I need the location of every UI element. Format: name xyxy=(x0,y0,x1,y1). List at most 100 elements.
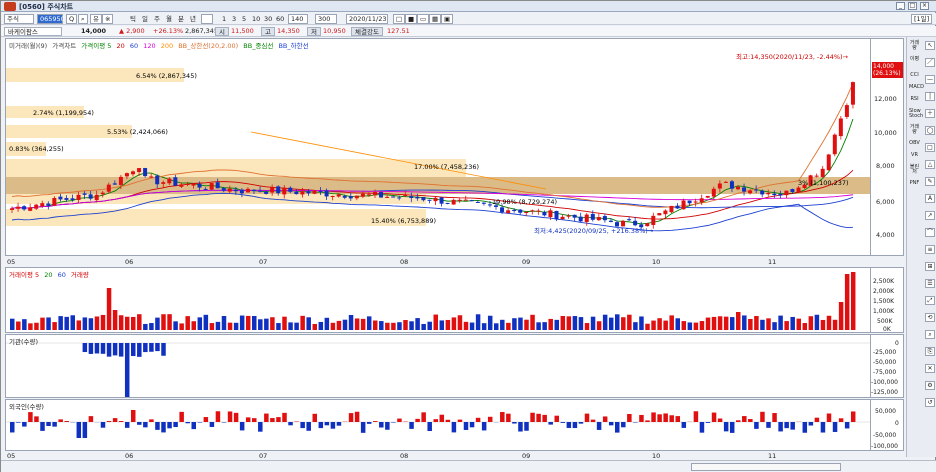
drawing-tool-icon[interactable]: ⚙ xyxy=(925,381,935,390)
drawing-tool-icon[interactable]: ↗ xyxy=(925,211,935,220)
tool-icon-2[interactable]: ■ xyxy=(405,14,418,24)
horizontal-scrollbar[interactable] xyxy=(691,463,841,471)
candle-body xyxy=(330,196,335,198)
period-minute[interactable]: 분 xyxy=(175,14,187,24)
drawing-tool-icon[interactable]: A xyxy=(925,194,935,203)
stock-code-input[interactable]: 065950 xyxy=(37,14,65,24)
candle-body xyxy=(76,194,81,200)
volume-bar xyxy=(336,320,342,330)
period-tick[interactable]: 틱 xyxy=(127,14,139,24)
indicator-macd[interactable]: MACD xyxy=(909,85,924,90)
foreign-bar xyxy=(717,418,723,422)
period-year[interactable]: 년 xyxy=(187,14,199,24)
drawing-tool-icon[interactable]: ↖ xyxy=(925,41,935,50)
foreign-bar xyxy=(850,411,856,422)
legend-item: 20 xyxy=(116,42,125,50)
foreign-bar xyxy=(615,422,620,433)
minute-60[interactable]: 60 xyxy=(273,14,287,24)
indicator-rsi[interactable]: RSI xyxy=(909,97,920,102)
tool-icon-4[interactable]: ▦ xyxy=(429,14,442,24)
drawing-tool-icon[interactable]: △ xyxy=(925,160,935,169)
interval-input[interactable] xyxy=(201,14,213,24)
foreign-panel[interactable]: 외국인(수량) xyxy=(5,399,871,451)
indicator-ma[interactable]: 이평 xyxy=(909,57,920,62)
find-icon[interactable]: ⌕ xyxy=(78,14,88,24)
drawing-tool-icon[interactable]: ◯ xyxy=(925,126,935,135)
period-week[interactable]: 주 xyxy=(151,14,163,24)
drawing-tool-icon[interactable]: ⌒ xyxy=(925,228,935,237)
legend-item: 미거래(월)(9) xyxy=(9,42,48,50)
foreign-bar xyxy=(602,416,608,422)
volume-profile-label: 2.74% (1,199,954) xyxy=(33,109,94,117)
market-select[interactable]: 주식 xyxy=(4,14,34,24)
foreign-bar xyxy=(657,414,662,422)
tool-icon-1[interactable]: □ xyxy=(393,14,406,24)
volume-bar xyxy=(766,318,771,330)
reference-button[interactable]: ※ xyxy=(102,14,114,24)
tool-icon-5[interactable]: ▣ xyxy=(441,14,454,24)
drawing-tool-icon[interactable]: ↺ xyxy=(925,398,935,407)
volume-panel[interactable]: 거래이평 5 20 60 거래량 xyxy=(5,267,871,333)
candle-body xyxy=(729,181,734,189)
drawing-tool-icon[interactable]: ☰ xyxy=(925,279,935,288)
drawing-tool-icon[interactable]: ✕ xyxy=(925,364,935,373)
related-button[interactable]: 유 xyxy=(90,14,102,24)
drawing-tool-icon[interactable]: │ xyxy=(925,92,935,101)
count-input[interactable]: 140 xyxy=(288,14,308,24)
foreign-bar xyxy=(766,422,771,428)
drawing-tool-icon[interactable]: ⟲ xyxy=(925,313,935,322)
drawing-tool-icon[interactable]: ⌕ xyxy=(925,330,935,339)
indicator-slow-stoch[interactable]: Slow Stoch xyxy=(909,109,923,119)
indicator-pnf[interactable]: PNF xyxy=(909,181,920,186)
date-input[interactable]: 2020/11/23 xyxy=(346,14,388,24)
drawing-tool-icon[interactable]: ＋ xyxy=(925,109,935,118)
count-total-input[interactable]: 300 xyxy=(315,14,337,24)
search-icon[interactable]: Q xyxy=(66,14,78,24)
indicator-bollinger[interactable]: 볼린저 xyxy=(909,165,920,175)
indicator-cci[interactable]: CCI xyxy=(909,73,920,78)
foreign-bar xyxy=(814,417,820,422)
drawing-tool-icon[interactable]: ✎ xyxy=(925,177,935,186)
foreign-bar xyxy=(681,422,687,428)
tool-icon-3[interactable]: ▭ xyxy=(417,14,430,24)
minute-5[interactable]: 5 xyxy=(239,14,249,24)
institution-panel[interactable]: 기관(수량) xyxy=(5,334,871,398)
candle-body xyxy=(554,210,559,220)
period-month[interactable]: 월 xyxy=(163,14,175,24)
indicator-vr[interactable]: VR xyxy=(909,153,920,158)
foreign-bar xyxy=(445,419,451,422)
drawing-tool-icon[interactable]: ⎘ xyxy=(925,347,935,356)
foreign-bar xyxy=(46,422,51,427)
minute-3[interactable]: 3 xyxy=(229,14,239,24)
minimize-button[interactable]: _ xyxy=(896,2,905,10)
drawing-tool-icon[interactable]: ⤢ xyxy=(925,296,935,305)
maximize-button[interactable]: □ xyxy=(908,2,917,10)
foreign-bar xyxy=(608,422,614,426)
indicator-volume-2[interactable]: 거래량 xyxy=(909,125,920,135)
high-marker-label: 최고:14,350(2020/11/23, -2.44%)→ xyxy=(736,52,849,61)
volume-bar xyxy=(669,315,674,330)
foreign-bar xyxy=(778,422,783,432)
drawing-tool-icon[interactable]: □ xyxy=(925,143,935,152)
drawing-tool-icon[interactable]: ⊞ xyxy=(925,262,935,271)
minute-1[interactable]: 1 xyxy=(219,14,229,24)
candle-body xyxy=(469,200,474,202)
drawing-tool-icon[interactable]: — xyxy=(925,75,935,84)
volume-bar xyxy=(736,312,741,330)
period-day[interactable]: 일 xyxy=(139,14,151,24)
price-panel[interactable]: 미거래(월)(9) 가격차트 가격이평 5 20 60 120 200 BB_상… xyxy=(5,38,871,256)
drawing-tool-icon[interactable]: ≡ xyxy=(925,245,935,254)
drawing-tool-icon[interactable]: ／ xyxy=(925,58,935,67)
candle-body xyxy=(209,183,214,190)
close-button[interactable]: × xyxy=(920,2,929,10)
foreign-bar xyxy=(530,412,535,422)
volume-bar xyxy=(445,319,451,330)
foreign-bar xyxy=(627,413,632,422)
candle-body xyxy=(748,190,753,194)
candle-body xyxy=(258,190,263,192)
price-chart-svg[interactable]: 6.54% (2,867,345) 2.74% (1,199,954) 5.53… xyxy=(6,39,871,256)
indicator-volume[interactable]: 거래량 xyxy=(909,41,920,51)
foreign-bar xyxy=(131,410,136,422)
indicator-obv[interactable]: OBV xyxy=(909,141,920,146)
legend-item: 60 xyxy=(129,42,139,50)
